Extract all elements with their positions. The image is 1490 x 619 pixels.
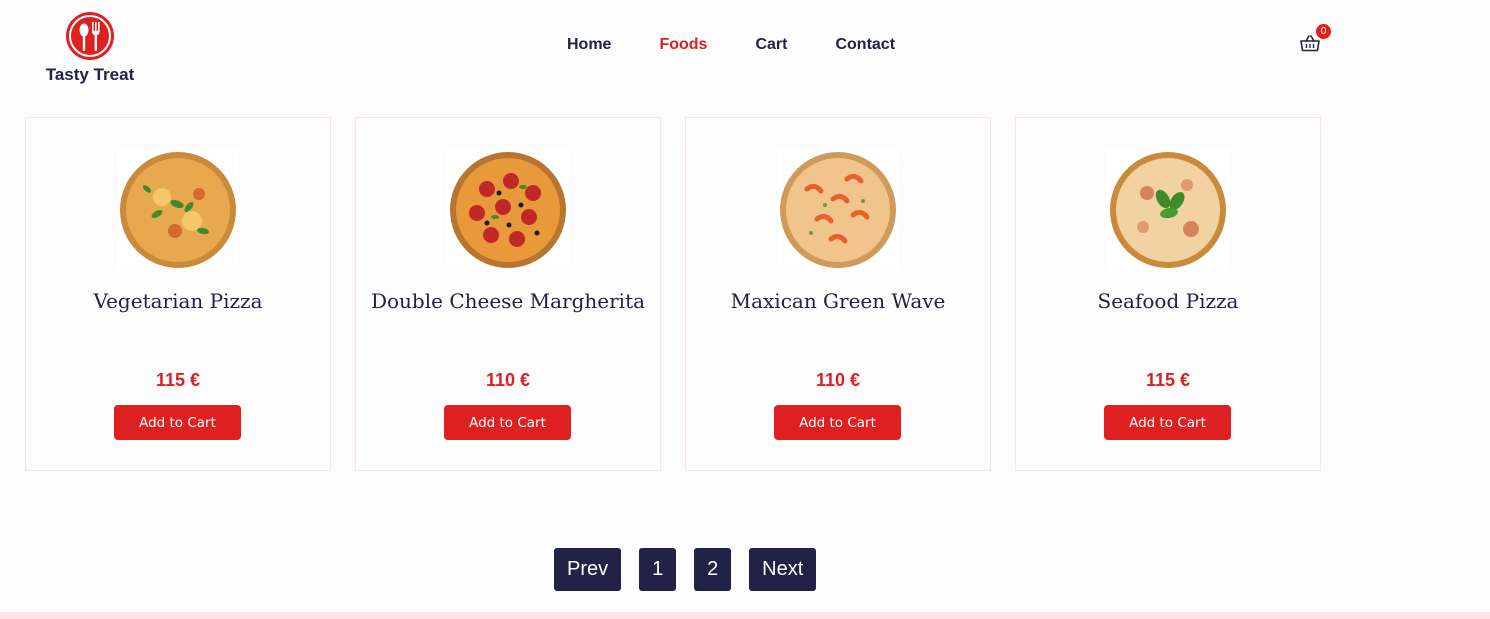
cart-count-badge: 0: [1316, 24, 1331, 39]
page-2-button[interactable]: 2: [694, 548, 732, 591]
page-1-button[interactable]: 1: [639, 548, 677, 591]
nav-cart[interactable]: Cart: [755, 35, 787, 55]
main-nav: Home Foods Cart Contact: [567, 35, 943, 55]
brand-name: Tasty Treat: [45, 65, 135, 84]
nav-home[interactable]: Home: [567, 35, 611, 55]
product-price: 115 €: [1145, 370, 1191, 390]
add-to-cart-button[interactable]: Add to Cart: [444, 405, 571, 440]
product-price: 110 €: [485, 370, 531, 390]
product-price: 115 €: [155, 370, 201, 390]
product-card: Vegetarian Pizza 115 € Add to Cart: [25, 117, 331, 471]
site-header: Tasty Treat Home Foods Cart Contact 0: [0, 0, 1490, 100]
product-title[interactable]: Maxican Green Wave: [696, 289, 980, 313]
nav-contact[interactable]: Contact: [835, 35, 895, 55]
add-to-cart-button[interactable]: Add to Cart: [774, 405, 901, 440]
shrimp-pizza-image[interactable]: [777, 149, 899, 271]
pagination: Prev 1 2 Next: [554, 548, 817, 591]
next-page-button[interactable]: Next: [749, 548, 817, 591]
product-card: Maxican Green Wave 110 € Add to Cart: [685, 117, 991, 471]
product-card: Seafood Pizza 115 € Add to Cart: [1015, 117, 1321, 471]
product-grid: Vegetarian Pizza 115 € Add to Cart Doubl…: [25, 117, 1321, 471]
cart-button[interactable]: 0: [1298, 24, 1334, 58]
product-title[interactable]: Vegetarian Pizza: [36, 289, 320, 313]
prev-page-button[interactable]: Prev: [554, 548, 622, 591]
product-card: Double Cheese Margherita 110 € Add to Ca…: [355, 117, 661, 471]
shopping-basket-icon: [1300, 35, 1320, 52]
vegetarian-pizza-image[interactable]: [117, 149, 239, 271]
basil-pizza-image[interactable]: [1107, 149, 1229, 271]
footer-strip: [0, 612, 1490, 619]
add-to-cart-button[interactable]: Add to Cart: [1104, 405, 1231, 440]
spoon-fork-icon: [66, 12, 114, 60]
nav-foods[interactable]: Foods: [659, 35, 707, 55]
product-price: 110 €: [815, 370, 861, 390]
brand-logo[interactable]: Tasty Treat: [40, 10, 140, 85]
product-title[interactable]: Seafood Pizza: [1026, 289, 1310, 313]
add-to-cart-button[interactable]: Add to Cart: [114, 405, 241, 440]
product-title[interactable]: Double Cheese Margherita: [366, 289, 650, 313]
pepperoni-pizza-image[interactable]: [447, 149, 569, 271]
